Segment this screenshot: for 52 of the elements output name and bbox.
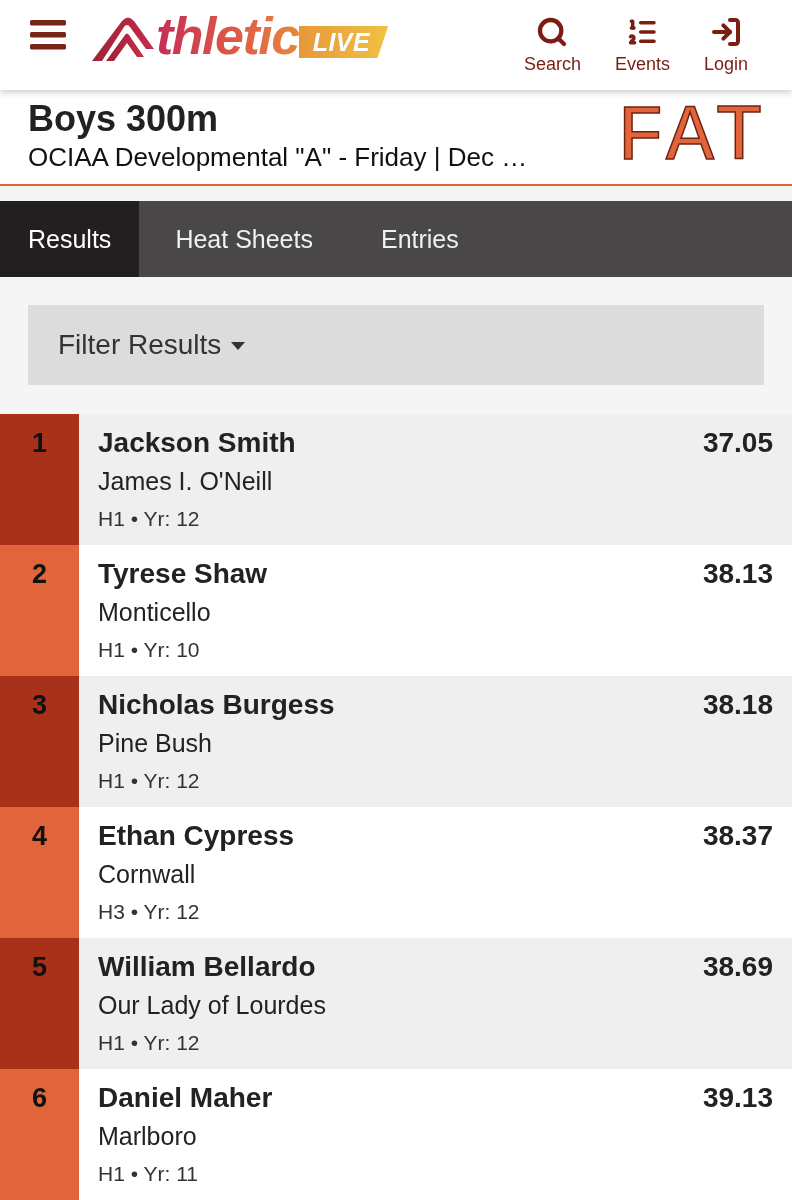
athlete-name: Jackson Smith bbox=[98, 427, 296, 459]
result-time: 38.18 bbox=[702, 689, 773, 721]
striped-peak-icon bbox=[92, 15, 154, 61]
nav-link[interactable]: Login bbox=[703, 16, 748, 74]
athlete-name: Tyrese Shaw bbox=[98, 558, 268, 590]
athlete-name: Daniel Maher bbox=[98, 1082, 273, 1114]
event-title: Boys 300m bbox=[28, 99, 220, 139]
athlete-name: William Bellardo bbox=[98, 951, 316, 983]
heat-year-text: H1 • Yr: 12 bbox=[98, 768, 200, 794]
logo-badge: LIVE bbox=[298, 26, 389, 58]
meet-subtitle: OCIAA Developmental "A" - Friday | Dec … bbox=[28, 141, 529, 174]
heat-year-text: H1 • Yr: 10 bbox=[98, 637, 200, 663]
place-number: 5 bbox=[0, 938, 79, 1069]
menu-icon[interactable] bbox=[30, 20, 66, 50]
caret-icon bbox=[231, 342, 246, 350]
tab[interactable]: Heat Sheets bbox=[139, 201, 345, 277]
result-row[interactable]: 5 William Bellardo Our Lady of Lourdes H1 • Yr: 12 38.69 bbox=[0, 938, 792, 1069]
place-number: 4 bbox=[0, 807, 79, 938]
result-row[interactable]: 3 Nicholas Burgess Pine Bush H1 • Yr: 12 38.18 bbox=[0, 676, 792, 807]
place-number: 1 bbox=[0, 414, 79, 545]
school-name: James I. O'Neill bbox=[98, 466, 273, 497]
school-name: Monticello bbox=[98, 597, 211, 628]
heat-year-text: H1 • Yr: 12 bbox=[98, 506, 200, 532]
tab[interactable]: Entries bbox=[344, 201, 491, 277]
place-number: 2 bbox=[0, 545, 79, 676]
result-time: 38.13 bbox=[702, 558, 773, 590]
school-name: Cornwall bbox=[98, 859, 196, 890]
result-time: 39.13 bbox=[702, 1082, 773, 1114]
result-row[interactable]: 1 Jackson Smith James I. O'Neill H1 • Yr: 12 37.05 bbox=[0, 414, 792, 545]
tab[interactable]: Results bbox=[0, 201, 140, 277]
athlete-name: Nicholas Burgess bbox=[98, 689, 335, 721]
nav-link[interactable]: Search bbox=[523, 16, 581, 74]
place-number: 6 bbox=[0, 1069, 79, 1200]
timing-label: FAT bbox=[616, 105, 764, 171]
school-name: Our Lady of Lourdes bbox=[98, 990, 326, 1021]
result-time: 38.69 bbox=[702, 951, 773, 983]
heat-year-text: H1 • Yr: 12 bbox=[98, 1030, 200, 1056]
result-row[interactable]: 4 Ethan Cypress Cornwall H3 • Yr: 12 38.37 bbox=[0, 807, 792, 938]
heat-year-text: H3 • Yr: 12 bbox=[98, 899, 200, 925]
school-name: Marlboro bbox=[98, 1121, 197, 1152]
login-icon bbox=[709, 16, 742, 48]
place-number: 3 bbox=[0, 676, 79, 807]
athlete-name: Ethan Cypress bbox=[98, 820, 295, 852]
result-time: 38.37 bbox=[702, 820, 773, 852]
heat-year-text: H1 • Yr: 11 bbox=[98, 1161, 198, 1187]
result-time: 37.05 bbox=[702, 427, 773, 459]
search-icon bbox=[536, 16, 569, 48]
result-row[interactable]: 6 Daniel Maher Marlboro H1 • Yr: 11 39.13 bbox=[0, 1069, 792, 1200]
nav-link[interactable]: Events bbox=[614, 16, 670, 74]
filter-dropdown[interactable]: Filter Results bbox=[28, 305, 764, 385]
result-row[interactable]: 2 Tyrese Shaw Monticello H1 • Yr: 10 38.13 bbox=[0, 545, 792, 676]
school-name: Pine Bush bbox=[98, 728, 212, 759]
